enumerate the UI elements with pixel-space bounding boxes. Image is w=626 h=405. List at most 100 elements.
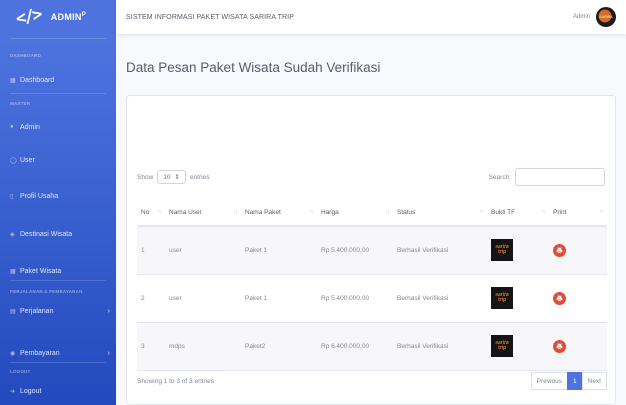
table-row: 3 mdps Paket2 Rp 6.400.000,00 Berhasil V… [137,322,607,371]
cell-print [549,274,607,323]
cell-bukti-tf: sarira trip [487,322,549,371]
sidebar: </> ADMINP DASHBOARD ▦ Dashboard MASTER … [0,0,116,405]
sidebar-divider [10,38,106,39]
show-label: Show [137,173,154,181]
sidebar-item-pembayaran[interactable]: ◉ Pembayaran › [10,347,110,359]
cell-print [549,226,607,275]
entries-label: entries [189,173,210,181]
table-header-row: No ↑↓ Nama User ↑↓ Nama Paket ↑↓ Harga ↑↓ St… [137,200,607,227]
topbar: SISTEM INFORMASI PAKET WISATA SARIRA TRI… [116,0,626,34]
search-input[interactable] [515,168,605,186]
avatar[interactable]: SARIRA [596,7,616,27]
print-button[interactable] [553,339,566,353]
sidebar-heading-dashboard: DASHBOARD [10,53,42,58]
search-wrap: Search: [489,168,605,186]
chevron-right-icon: › [107,307,110,315]
print-icon [556,247,563,254]
sidebar-item-profil-usaha[interactable]: ▯ Profil Usaha [10,190,110,202]
sort-icon: ↑↓ [541,209,546,215]
dashboard-icon: ▦ [10,77,16,84]
cell-nama-user: user [165,274,241,323]
package-icon: ▦ [10,268,16,275]
print-icon [556,295,563,302]
cell-nama-paket: Paket 1 [241,274,317,323]
cell-no: 1 [137,226,165,275]
pagination-previous[interactable]: Previous [530,372,568,390]
user-icon: ● [10,124,14,130]
sidebar-divider [10,362,106,363]
users-icon: ◯ [10,157,17,164]
cell-nama-paket: Paket2 [241,322,317,371]
sidebar-item-paket-wisata[interactable]: ▦ Paket Wisata [10,265,110,277]
transfer-proof-image[interactable]: sarira trip [491,287,513,309]
print-icon [556,343,563,350]
column-header-harga[interactable]: Harga ↑↓ [317,200,393,227]
cell-status: Berhasil Verifikasi [393,226,487,275]
cell-print [549,322,607,371]
sort-icon: ↑↓ [385,209,390,215]
sort-icon: ↑↓ [157,209,162,215]
sidebar-heading-logout: LOGOUT [10,369,31,374]
sidebar-item-perjalanan[interactable]: ▤ Perjalanan › [10,305,110,317]
cell-status: Berhasil Verifikasi [393,322,487,371]
sort-icon: ↑↓ [479,209,484,215]
code-logo-icon: </> [14,4,43,30]
sort-icon: ↑↓ [233,209,238,215]
chevron-right-icon: › [107,349,110,357]
column-header-bukti-tf[interactable]: Bukti TF ↑↓ [487,200,549,227]
orders-table: No ↑↓ Nama User ↑↓ Nama Paket ↑↓ Harga ↑↓ St… [137,200,607,371]
datatable-card: Show 10 ⇕ entries Search: No ↑↓ Nama User… [126,95,616,405]
page-title: Data Pesan Paket Wisata Sudah Verifikasi [126,60,381,75]
cell-bukti-tf: sarira trip [487,226,549,275]
cell-status: Berhasil Verifikasi [393,274,487,323]
cell-nama-user: user [165,226,241,275]
pagination-page-1[interactable]: 1 [567,372,583,390]
column-header-nama-user[interactable]: Nama User ↑↓ [165,200,241,227]
brand-title: ADMINP [50,12,87,22]
sidebar-heading-perjalanan-pembayaran: PERJALANAN & PEMBAYARAN [10,289,83,294]
datatable-footer: Showing 1 to 3 of 3 entries Previous 1 N… [137,371,607,391]
trip-icon: ▤ [10,308,16,315]
pagination: Previous 1 Next [530,372,607,390]
sidebar-item-user[interactable]: ◯ User [10,154,110,166]
select-arrows-icon: ⇕ [174,174,180,181]
map-icon: ◈ [10,231,15,238]
sidebar-item-dashboard[interactable]: ▦ Dashboard [10,74,110,86]
column-header-no[interactable]: No ↑↓ [137,200,165,227]
sidebar-item-logout[interactable]: ➜ Logout [10,385,110,397]
avatar-logo-icon: SARIRA [599,15,613,19]
cell-harga: Rp 5.400.000,00 [317,274,393,323]
username: Admin [572,14,590,20]
sidebar-divider [10,93,106,94]
transfer-proof-image[interactable]: sarira trip [491,335,513,357]
cell-nama-user: mdps [165,322,241,371]
search-label: Search: [488,173,511,181]
logout-icon: ➜ [10,388,16,395]
sidebar-heading-master: MASTER [10,101,31,106]
table-row: 2 user Paket 1 Rp 5.400.000,00 Berhasil … [137,274,607,323]
column-header-status[interactable]: Status ↑↓ [393,200,487,227]
sidebar-item-admin[interactable]: ● Admin [10,121,110,133]
cell-bukti-tf: sarira trip [487,274,549,323]
cell-harga: Rp 6.400.000,00 [317,322,393,371]
print-button[interactable] [553,243,566,257]
column-header-nama-paket[interactable]: Nama Paket ↑↓ [241,200,317,227]
entries-select[interactable]: 10 ⇕ [157,170,186,184]
building-icon: ▯ [10,193,14,200]
pagination-next[interactable]: Next [581,372,607,390]
cell-harga: Rp 5.400.000,00 [317,226,393,275]
table-row: 1 user Paket 1 Rp 5.400.000,00 Berhasil … [137,226,607,275]
column-header-print[interactable]: Print ↑↓ [549,200,607,227]
sidebar-brand[interactable]: </> ADMINP [0,0,116,34]
sort-icon: ↑↓ [599,209,604,215]
transfer-proof-image[interactable]: sarira trip [491,239,513,262]
datatable-toolbar: Show 10 ⇕ entries Search: [127,166,615,188]
cell-no: 2 [137,274,165,323]
cell-nama-paket: Paket 1 [241,226,317,275]
entries-value: 10 [163,173,171,181]
sidebar-item-destinasi-wisata[interactable]: ◈ Destinasi Wisata [10,228,110,240]
print-button[interactable] [553,291,566,305]
sort-icon: ↑↓ [309,209,314,215]
user-menu[interactable]: Admin SARIRA [573,7,616,27]
payment-icon: ◉ [10,350,16,357]
